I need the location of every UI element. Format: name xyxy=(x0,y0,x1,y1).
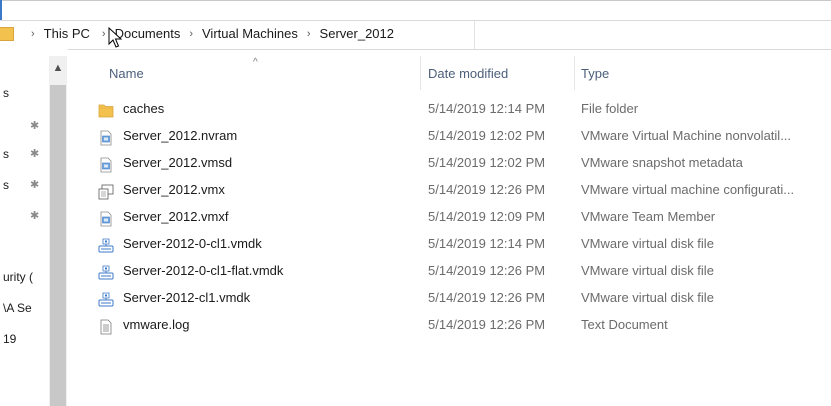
folder-icon xyxy=(0,27,14,41)
file-date-modified: 5/14/2019 12:02 PM xyxy=(428,128,546,143)
virtual-disk-icon xyxy=(98,238,114,254)
breadcrumb-separator-icon[interactable]: › xyxy=(102,28,106,40)
virtual-disk-icon xyxy=(98,265,114,281)
file-row[interactable]: Server-2012-cl1.vmdk 5/14/2019 12:26 PM VM… xyxy=(92,286,831,313)
nav-item-label[interactable]: \A Se xyxy=(3,301,32,315)
vmware-file-icon xyxy=(98,211,114,227)
breadcrumb-documents[interactable]: Documents xyxy=(115,26,181,41)
vmware-file-icon xyxy=(98,130,114,146)
address-bar[interactable]: › This PC › Documents › Virtual Machines… xyxy=(0,20,831,50)
file-date-modified: 5/14/2019 12:26 PM xyxy=(428,182,546,197)
file-row[interactable]: Server-2012-0-cl1-flat.vmdk 5/14/2019 12:… xyxy=(92,259,831,286)
mouse-cursor-icon xyxy=(108,27,122,48)
breadcrumb-separator-icon[interactable]: › xyxy=(189,28,193,40)
file-date-modified: 5/14/2019 12:14 PM xyxy=(428,236,546,251)
nav-scrollbar-thumb[interactable] xyxy=(50,85,66,406)
file-date-modified: 5/14/2019 12:26 PM xyxy=(428,263,546,278)
nav-item-label[interactable]: urity ( xyxy=(3,270,33,284)
vmware-file-icon xyxy=(98,157,114,173)
text-document-icon xyxy=(98,319,114,335)
file-type: VMware Virtual Machine nonvolatil... xyxy=(581,128,792,143)
file-name[interactable]: Server_2012.vmx xyxy=(123,182,225,197)
file-type: VMware Team Member xyxy=(581,209,716,224)
file-date-modified: 5/14/2019 12:09 PM xyxy=(428,209,546,224)
file-name[interactable]: Server-2012-0-cl1.vmdk xyxy=(123,236,262,251)
breadcrumb-this-pc[interactable]: This PC xyxy=(44,26,90,41)
top-border xyxy=(0,0,831,1)
column-header-date-modified[interactable]: Date modified xyxy=(428,66,508,81)
file-type: VMware virtual disk file xyxy=(581,290,714,305)
pin-icon[interactable]: ✱ xyxy=(30,209,39,222)
file-row[interactable]: caches 5/14/2019 12:14 PM File folder xyxy=(92,97,831,124)
file-name[interactable]: Server_2012.vmsd xyxy=(123,155,232,170)
nav-item-label[interactable]: 19 xyxy=(3,332,16,346)
file-name[interactable]: Server_2012.nvram xyxy=(123,128,237,143)
breadcrumb-virtual-machines[interactable]: Virtual Machines xyxy=(202,26,298,41)
file-type: VMware virtual disk file xyxy=(581,263,714,278)
file-explorer-window: › This PC › Documents › Virtual Machines… xyxy=(0,0,831,406)
pin-icon[interactable]: ✱ xyxy=(30,178,39,191)
column-divider[interactable] xyxy=(574,56,575,90)
pin-icon[interactable]: ✱ xyxy=(30,119,39,132)
file-type: VMware virtual disk file xyxy=(581,236,714,251)
file-type: VMware snapshot metadata xyxy=(581,155,743,170)
file-type: VMware virtual machine configurati... xyxy=(581,182,795,197)
pin-icon[interactable]: ✱ xyxy=(30,147,39,160)
virtual-disk-icon xyxy=(98,292,114,308)
file-row[interactable]: Server_2012.vmsd 5/14/2019 12:02 PM VMware… xyxy=(92,151,831,178)
breadcrumb-separator-icon[interactable]: › xyxy=(31,28,35,40)
file-name[interactable]: caches xyxy=(123,101,164,116)
file-date-modified: 5/14/2019 12:26 PM xyxy=(428,317,546,332)
breadcrumb: › This PC › Documents › Virtual Machines… xyxy=(22,26,394,41)
file-name[interactable]: Server-2012-cl1.vmdk xyxy=(123,290,250,305)
nav-item-label[interactable]: s xyxy=(3,86,9,100)
vm-config-icon xyxy=(98,184,114,200)
file-row[interactable]: Server-2012-0-cl1.vmdk 5/14/2019 12:14 PM… xyxy=(92,232,831,259)
nav-item-label[interactable]: s xyxy=(3,147,9,161)
file-date-modified: 5/14/2019 12:26 PM xyxy=(428,290,546,305)
file-date-modified: 5/14/2019 12:14 PM xyxy=(428,101,546,116)
breadcrumb-separator-icon[interactable]: › xyxy=(307,28,311,40)
address-bar-divider xyxy=(474,21,475,49)
breadcrumb-server-2012[interactable]: Server_2012 xyxy=(320,26,394,41)
file-row[interactable]: vmware.log 5/14/2019 12:26 PM Text Documen… xyxy=(92,313,831,340)
file-name[interactable]: Server_2012.vmxf xyxy=(123,209,229,224)
column-header-name[interactable]: Name xyxy=(109,66,144,81)
file-row[interactable]: Server_2012.vmxf 5/14/2019 12:09 PM VMware… xyxy=(92,205,831,232)
file-name[interactable]: Server-2012-0-cl1-flat.vmdk xyxy=(123,263,283,278)
nav-item-label[interactable]: s xyxy=(3,178,9,192)
file-type: Text Document xyxy=(581,317,668,332)
column-divider[interactable] xyxy=(420,56,421,90)
column-header-type[interactable]: Type xyxy=(581,66,609,81)
file-row[interactable]: Server_2012.nvram 5/14/2019 12:02 PM VMwar… xyxy=(92,124,831,151)
file-name[interactable]: vmware.log xyxy=(123,317,189,332)
file-date-modified: 5/14/2019 12:02 PM xyxy=(428,155,546,170)
file-row[interactable]: Server_2012.vmx 5/14/2019 12:26 PM VMware … xyxy=(92,178,831,205)
folder-icon xyxy=(98,103,114,119)
sort-ascending-icon: ^ xyxy=(253,57,258,68)
file-type: File folder xyxy=(581,101,639,116)
scroll-up-arrow-icon[interactable]: ▲ xyxy=(49,56,67,80)
